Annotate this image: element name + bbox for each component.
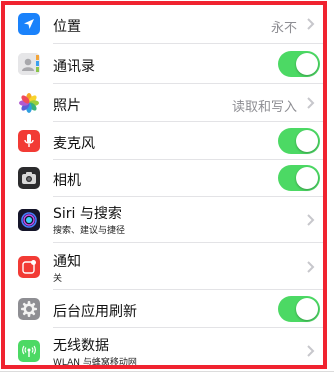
row-siri-search[interactable]: Siri 与搜索 搜索、建议与捷径: [5, 197, 323, 243]
row-detail: 永不: [270, 21, 297, 36]
gear-icon: [18, 298, 40, 320]
row-notifications[interactable]: 通知 关: [5, 243, 323, 290]
row-title: 相机: [53, 173, 81, 189]
row-subtitle: WLAN 与蜂窝移动网: [53, 358, 137, 368]
siri-icon: [18, 209, 40, 231]
chevron-right-icon: [307, 261, 315, 273]
row-camera[interactable]: 相机: [5, 160, 323, 197]
toggle-knob: [296, 130, 318, 152]
chevron-right-icon: [307, 97, 315, 109]
photos-icon: [18, 92, 40, 114]
chevron-right-icon: [307, 18, 315, 30]
notifications-icon: [18, 256, 40, 278]
row-microphone[interactable]: 麦克风: [5, 122, 323, 160]
bottom-divider: [0, 371, 334, 372]
row-subtitle: 关: [53, 274, 63, 284]
location-arrow-icon: [18, 13, 40, 35]
row-title: 无线数据: [53, 338, 109, 354]
camera-toggle[interactable]: [278, 165, 320, 191]
row-title: 照片: [53, 98, 81, 114]
toggle-knob: [296, 167, 318, 189]
toggle-knob: [296, 53, 318, 75]
row-photos[interactable]: 照片 读取和写入: [5, 84, 323, 122]
contacts-icon: [18, 53, 40, 75]
chevron-right-icon: [307, 345, 315, 357]
row-subtitle: 搜索、建议与捷径: [53, 226, 126, 236]
row-wireless-data[interactable]: 无线数据 WLAN 与蜂窝移动网: [5, 328, 323, 368]
row-title: 后台应用刷新: [53, 304, 137, 320]
row-title: 通讯录: [53, 59, 95, 75]
row-contacts[interactable]: 通讯录: [5, 44, 323, 84]
toggle-knob: [296, 298, 318, 320]
settings-list: 位置 永不 通讯录 照片 读取和写入 麦克风 相机 Siri 与搜索 搜索、建议…: [1, 1, 327, 369]
background-refresh-toggle[interactable]: [278, 296, 320, 322]
chevron-right-icon: [307, 214, 315, 226]
wireless-data-icon: [18, 340, 40, 362]
microphone-icon: [18, 130, 40, 152]
camera-icon: [18, 167, 40, 189]
row-detail: 读取和写入: [231, 100, 297, 115]
row-title: 通知: [53, 254, 81, 270]
row-title: Siri 与搜索: [53, 206, 122, 222]
microphone-toggle[interactable]: [278, 128, 320, 154]
row-title: 位置: [53, 19, 81, 35]
row-location[interactable]: 位置 永不: [5, 5, 323, 44]
row-title: 麦克风: [53, 136, 95, 152]
contacts-toggle[interactable]: [278, 51, 320, 77]
row-background-refresh[interactable]: 后台应用刷新: [5, 290, 323, 328]
